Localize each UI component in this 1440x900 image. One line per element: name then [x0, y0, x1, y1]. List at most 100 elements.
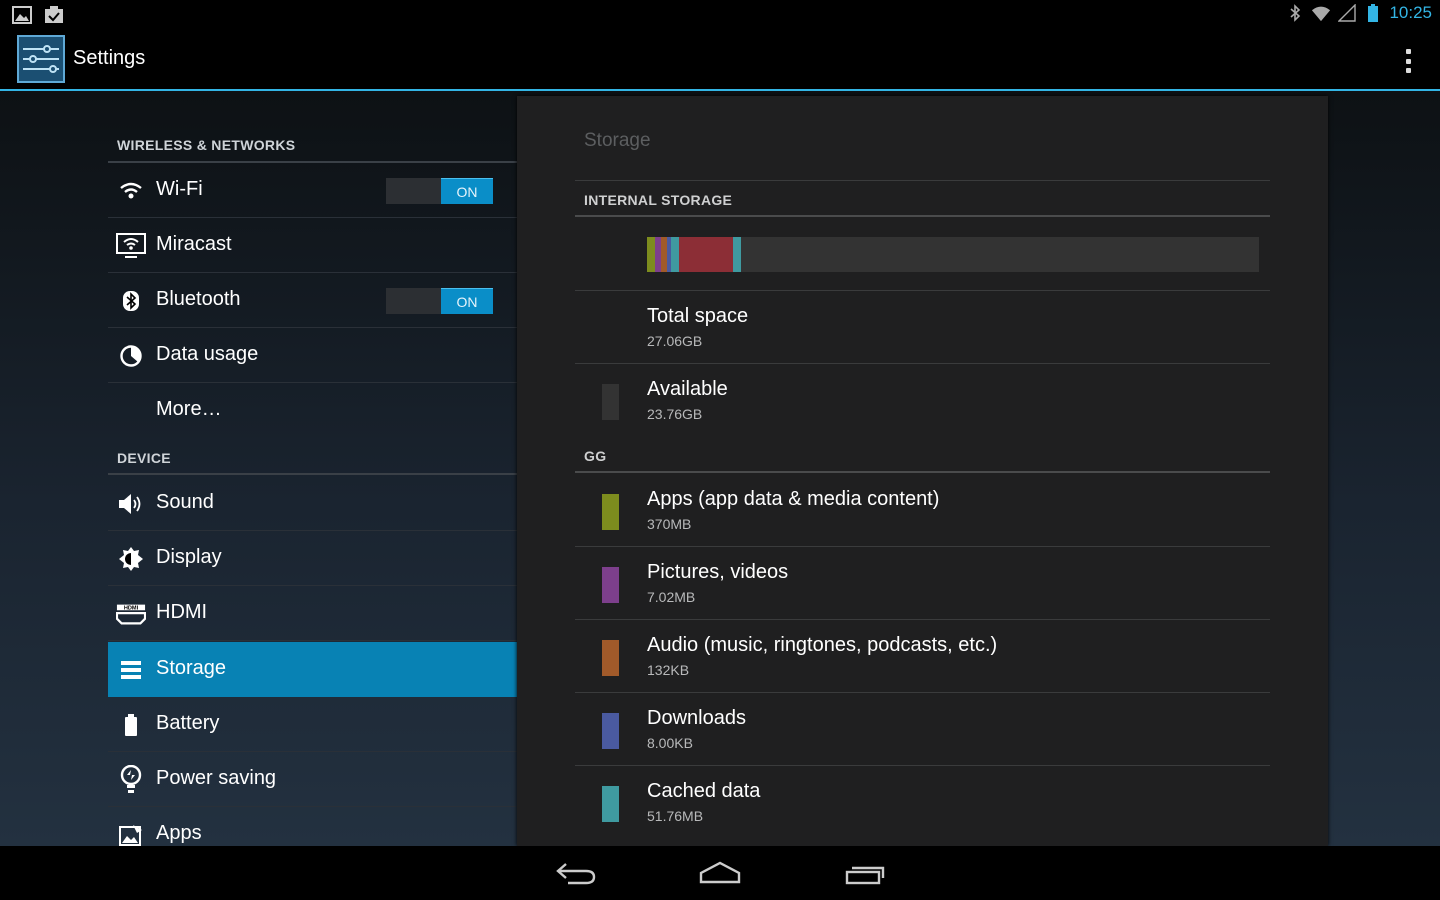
back-icon[interactable]: [554, 858, 598, 888]
system-icons: 10:25: [1285, 3, 1432, 23]
divider: [575, 215, 1270, 217]
color-swatch: [602, 494, 619, 530]
row-value: 51.76MB: [647, 808, 704, 824]
divider: [575, 180, 1270, 181]
wifi-toggle[interactable]: ON: [386, 178, 493, 204]
usage-bar-segment: [647, 237, 655, 272]
sidebar-item-power-saving[interactable]: Power saving: [108, 752, 517, 807]
storage-row-total-space[interactable]: Total space 27.06GB: [575, 291, 1270, 364]
apps-icon: [116, 820, 146, 846]
home-icon[interactable]: [698, 858, 742, 888]
navigation-bar: [0, 846, 1440, 900]
sidebar-item-label: Power saving: [156, 767, 277, 789]
sidebar-item-battery[interactable]: Battery: [108, 697, 517, 752]
sidebar-item-label: HDMI: [156, 601, 208, 623]
settings-sliders-icon[interactable]: [17, 35, 65, 83]
wifi-icon: [1311, 3, 1331, 23]
overflow-menu-icon[interactable]: [1404, 49, 1412, 73]
storage-row-pictures-videos[interactable]: Pictures, videos 7.02MB: [575, 547, 1270, 620]
sidebar-item-display[interactable]: Display: [108, 531, 517, 586]
storage-row-audio[interactable]: Audio (music, ringtones, podcasts, etc.)…: [575, 620, 1270, 693]
row-title: Apps (app data & media content): [647, 488, 940, 510]
divider: [108, 473, 517, 475]
settings-list[interactable]: WIRELESS & NETWORKS Wi-Fi ON Miracast Bl…: [108, 91, 517, 846]
battery-icon: [1363, 3, 1383, 23]
hdmi-icon: HDMI: [116, 599, 146, 629]
bluetooth-icon: [1285, 3, 1305, 23]
row-value: 23.76GB: [647, 406, 703, 422]
color-swatch: [602, 713, 619, 749]
storage-icon: [116, 655, 146, 685]
row-value: 370MB: [647, 516, 692, 532]
bluetooth-icon: [116, 286, 146, 316]
power-saving-icon: [116, 765, 146, 795]
storage-row-apps[interactable]: Apps (app data & media content) 370MB: [575, 474, 1270, 547]
svg-text:HDMI: HDMI: [124, 606, 139, 612]
row-value: 7.02MB: [647, 589, 696, 605]
row-title: Downloads: [647, 707, 746, 729]
storage-row-available[interactable]: Available 23.76GB: [575, 364, 1270, 437]
action-bar: Settings: [0, 29, 1440, 91]
toggle-state: ON: [441, 288, 493, 314]
row-title: Available: [647, 378, 728, 400]
row-title: Cached data: [647, 780, 761, 802]
category-wireless-networks: WIRELESS & NETWORKS: [117, 137, 296, 153]
sidebar-item-label: Wi-Fi: [156, 178, 203, 200]
color-swatch: [602, 384, 619, 420]
row-title: Total space: [647, 305, 749, 327]
task-notification-icon[interactable]: [44, 5, 64, 25]
sidebar-item-data-usage[interactable]: Data usage: [108, 328, 517, 383]
storage-panel: Storage INTERNAL STORAGE Total space 27.…: [517, 96, 1328, 846]
sound-icon: [116, 489, 146, 519]
wifi-icon: [116, 176, 146, 206]
sidebar-item-wifi[interactable]: Wi-Fi ON: [108, 163, 517, 218]
row-value: 8.00KB: [647, 735, 693, 751]
usage-bar-segment: [679, 237, 734, 272]
display-icon: [116, 544, 146, 574]
row-value: 132KB: [647, 662, 690, 678]
sidebar-item-label: Miracast: [156, 233, 232, 255]
sidebar-item-miracast[interactable]: Miracast: [108, 218, 517, 273]
recent-apps-icon[interactable]: [843, 858, 887, 888]
storage-row-cached-data[interactable]: Cached data 51.76MB: [575, 766, 1270, 839]
notification-icons: [12, 5, 64, 25]
storage-row-downloads[interactable]: Downloads 8.00KB: [575, 693, 1270, 766]
color-swatch: [602, 640, 619, 676]
sidebar-item-sound[interactable]: Sound: [108, 476, 517, 531]
battery-icon: [116, 710, 146, 740]
sidebar-item-label: Storage: [156, 657, 227, 679]
row-title: Pictures, videos: [647, 561, 789, 583]
gallery-notification-icon[interactable]: [12, 5, 32, 25]
clock: 10:25: [1389, 3, 1432, 22]
category-user: GG: [584, 448, 607, 464]
sidebar-item-storage[interactable]: Storage: [108, 642, 517, 697]
sidebar-item-bluetooth[interactable]: Bluetooth ON: [108, 273, 517, 328]
usage-bar-segment: [733, 237, 741, 272]
sidebar-item-label: Display: [156, 546, 222, 568]
status-bar: 10:25: [0, 0, 1440, 29]
sidebar-item-apps[interactable]: Apps: [108, 807, 517, 846]
sidebar-item-label: More…: [156, 398, 222, 420]
sidebar-item-label: Apps: [156, 822, 202, 844]
main-content: WIRELESS & NETWORKS Wi-Fi ON Miracast Bl…: [0, 91, 1440, 846]
row-title: Audio (music, ringtones, podcasts, etc.): [647, 634, 998, 656]
toggle-state: ON: [441, 178, 493, 204]
panel-title: Storage: [584, 130, 651, 151]
row-value: 27.06GB: [647, 333, 703, 349]
sidebar-item-hdmi[interactable]: HDMI HDMI: [108, 586, 517, 641]
sidebar-item-label: Data usage: [156, 343, 259, 365]
color-swatch: [602, 786, 619, 822]
category-internal-storage: INTERNAL STORAGE: [584, 192, 733, 208]
divider: [575, 471, 1270, 473]
sidebar-item-label: Sound: [156, 491, 214, 513]
data-usage-icon: [116, 341, 146, 371]
sidebar-item-label: Battery: [156, 712, 220, 734]
category-device: DEVICE: [117, 450, 171, 466]
usage-bar-segment: [671, 237, 680, 272]
bluetooth-toggle[interactable]: ON: [386, 288, 493, 314]
miracast-icon: [116, 231, 146, 261]
signal-icon: [1337, 3, 1357, 23]
color-swatch: [602, 567, 619, 603]
sidebar-item-more[interactable]: More…: [108, 383, 517, 438]
page-title: Settings: [73, 47, 146, 69]
